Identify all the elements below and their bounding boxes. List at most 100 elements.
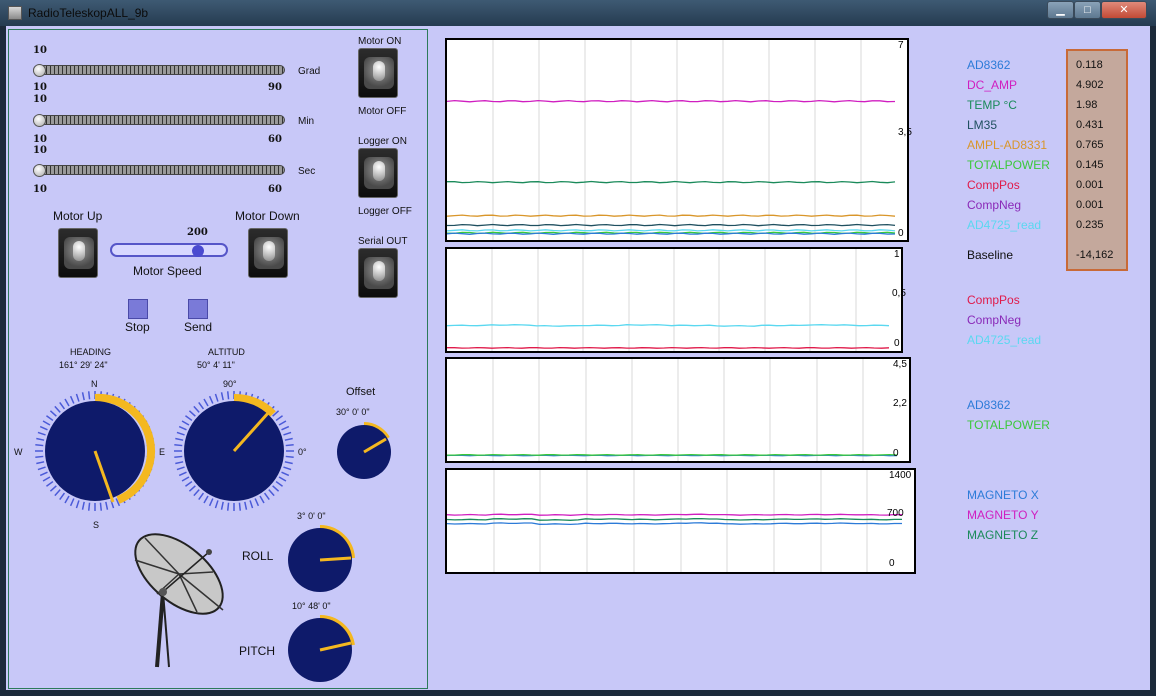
app-icon [8, 6, 22, 20]
altitude-gauge[interactable] [173, 390, 295, 512]
series-ad4725-read [447, 229, 896, 232]
chart-3-plot [447, 359, 898, 461]
roll-gauge[interactable] [285, 525, 355, 595]
gauge-tick [285, 455, 294, 459]
motor-up-switch[interactable] [58, 228, 98, 278]
chart-1 [445, 38, 909, 242]
gauge-tick [178, 425, 187, 431]
roll-needle [319, 556, 352, 562]
motor-speed-label: Motor Speed [133, 264, 202, 278]
gauge-tick [185, 415, 193, 422]
motor-down-label: Motor Down [235, 209, 300, 223]
gauge-tick [175, 461, 184, 465]
logger-toggle-switch[interactable] [358, 148, 398, 198]
chart-1-ymid: 3,5 [898, 127, 912, 138]
gauge-tick [188, 410, 196, 417]
title-bar: RadioTeleskopALL_9b ▁ □ ✕ [0, 0, 1156, 26]
legend1-label-6: CompPos [967, 178, 1020, 192]
gauge-tick [181, 420, 190, 426]
roll-value: 3° 0' 0" [297, 511, 326, 521]
legend1-label-7: CompNeg [967, 198, 1022, 212]
chart-1-plot [447, 40, 896, 240]
motor-off-label: Motor OFF [358, 106, 407, 117]
gauge-tick [35, 443, 44, 447]
altitude-value: 50° 4' 11" [197, 360, 235, 370]
gauge-tick [278, 420, 287, 426]
gauge-tick [49, 410, 57, 417]
altitude-top-label: 90° [223, 379, 237, 389]
slider-sec-unit: Sec [298, 166, 316, 177]
gauge-tick [75, 393, 80, 402]
gauge-tick [69, 498, 75, 507]
chart-4-ymid: 700 [887, 508, 904, 519]
gauge-tick [203, 495, 209, 504]
gauge-tick [220, 392, 224, 401]
slider-min-max-label: 60 [268, 134, 282, 145]
series-ad4725-read [447, 324, 890, 327]
grad-slider[interactable] [33, 65, 285, 75]
heading-east-label: E [159, 447, 166, 457]
legend1-label-4: AMPL-AD8331 [967, 138, 1048, 152]
legend1-value-6: 0.001 [1076, 179, 1104, 191]
heading-compass-gauge[interactable] [34, 390, 156, 512]
heading-title: HEADING [70, 347, 112, 357]
legend1-value-1: 4.902 [1076, 79, 1104, 91]
close-button[interactable]: ✕ [1101, 1, 1147, 19]
gauge-tick [238, 502, 242, 511]
gauge-tick [36, 461, 45, 465]
offset-value: 30° 0' 0" [336, 407, 370, 417]
chart-1-ymax: 7 [898, 40, 904, 51]
legend1-value-7: 0.001 [1076, 199, 1104, 211]
sec-slider-knob[interactable] [33, 164, 46, 177]
gauge-tick [284, 461, 293, 465]
gauge-tick [272, 485, 280, 492]
legend3-label-1: TOTALPOWER [967, 418, 1050, 432]
sec-slider[interactable] [33, 165, 285, 175]
motor-toggle-switch[interactable] [358, 48, 398, 98]
gauge-tick [39, 425, 48, 431]
chart-3-ymax: 4,5 [893, 359, 907, 370]
pitch-gauge[interactable] [285, 615, 355, 685]
motor-on-label: Motor ON [358, 36, 402, 47]
slider-min-unit: Min [298, 116, 315, 127]
slider-sec-max-label: 60 [268, 184, 282, 195]
gauge-tick [188, 485, 196, 492]
legend1-label-8: AD4725_read [967, 218, 1042, 232]
series-dc-amp [447, 99, 896, 103]
gauge-tick [174, 443, 183, 447]
slider-min-min-label: 10 [33, 94, 47, 105]
slider-grad-max-label: 90 [268, 82, 282, 93]
offset-gauge[interactable] [334, 422, 394, 482]
gauge-tick [176, 466, 185, 471]
gauge-tick [39, 471, 48, 477]
maximize-button[interactable]: □ [1074, 1, 1101, 19]
gauge-tick [42, 420, 51, 426]
send-button[interactable] [188, 299, 208, 319]
slider-sec-min-label-2: 10 [33, 184, 47, 195]
min-slider[interactable] [33, 115, 285, 125]
altitude-title: ALTITUD [208, 347, 245, 357]
series-ampl-ad8331 [447, 214, 896, 217]
chart-3 [445, 357, 911, 463]
motor-down-switch[interactable] [248, 228, 288, 278]
motor-speed-slider[interactable] [110, 243, 228, 257]
series-lm35 [447, 223, 896, 227]
motor-speed-knob[interactable] [192, 245, 204, 257]
stop-button[interactable] [128, 299, 148, 319]
serial-out-toggle-switch[interactable] [358, 248, 398, 298]
minimize-button[interactable]: ▁ [1047, 1, 1074, 19]
legend4-label-1: MAGNETO Y [967, 508, 1039, 522]
min-slider-knob[interactable] [33, 114, 46, 127]
gauge-tick [281, 425, 290, 431]
legend2-label-2: AD4725_read [967, 333, 1042, 347]
legend4-label-0: MAGNETO X [967, 488, 1039, 502]
series-comppos [447, 346, 890, 349]
legend1-label-1: DC_AMP [967, 78, 1018, 92]
gauge-tick [69, 395, 75, 404]
gauge-tick [203, 398, 209, 407]
gauge-tick [208, 498, 214, 507]
gauge-tick [175, 437, 184, 441]
logger-on-label: Logger ON [358, 136, 407, 147]
grad-slider-knob[interactable] [33, 64, 46, 77]
gauge-tick [105, 501, 109, 510]
